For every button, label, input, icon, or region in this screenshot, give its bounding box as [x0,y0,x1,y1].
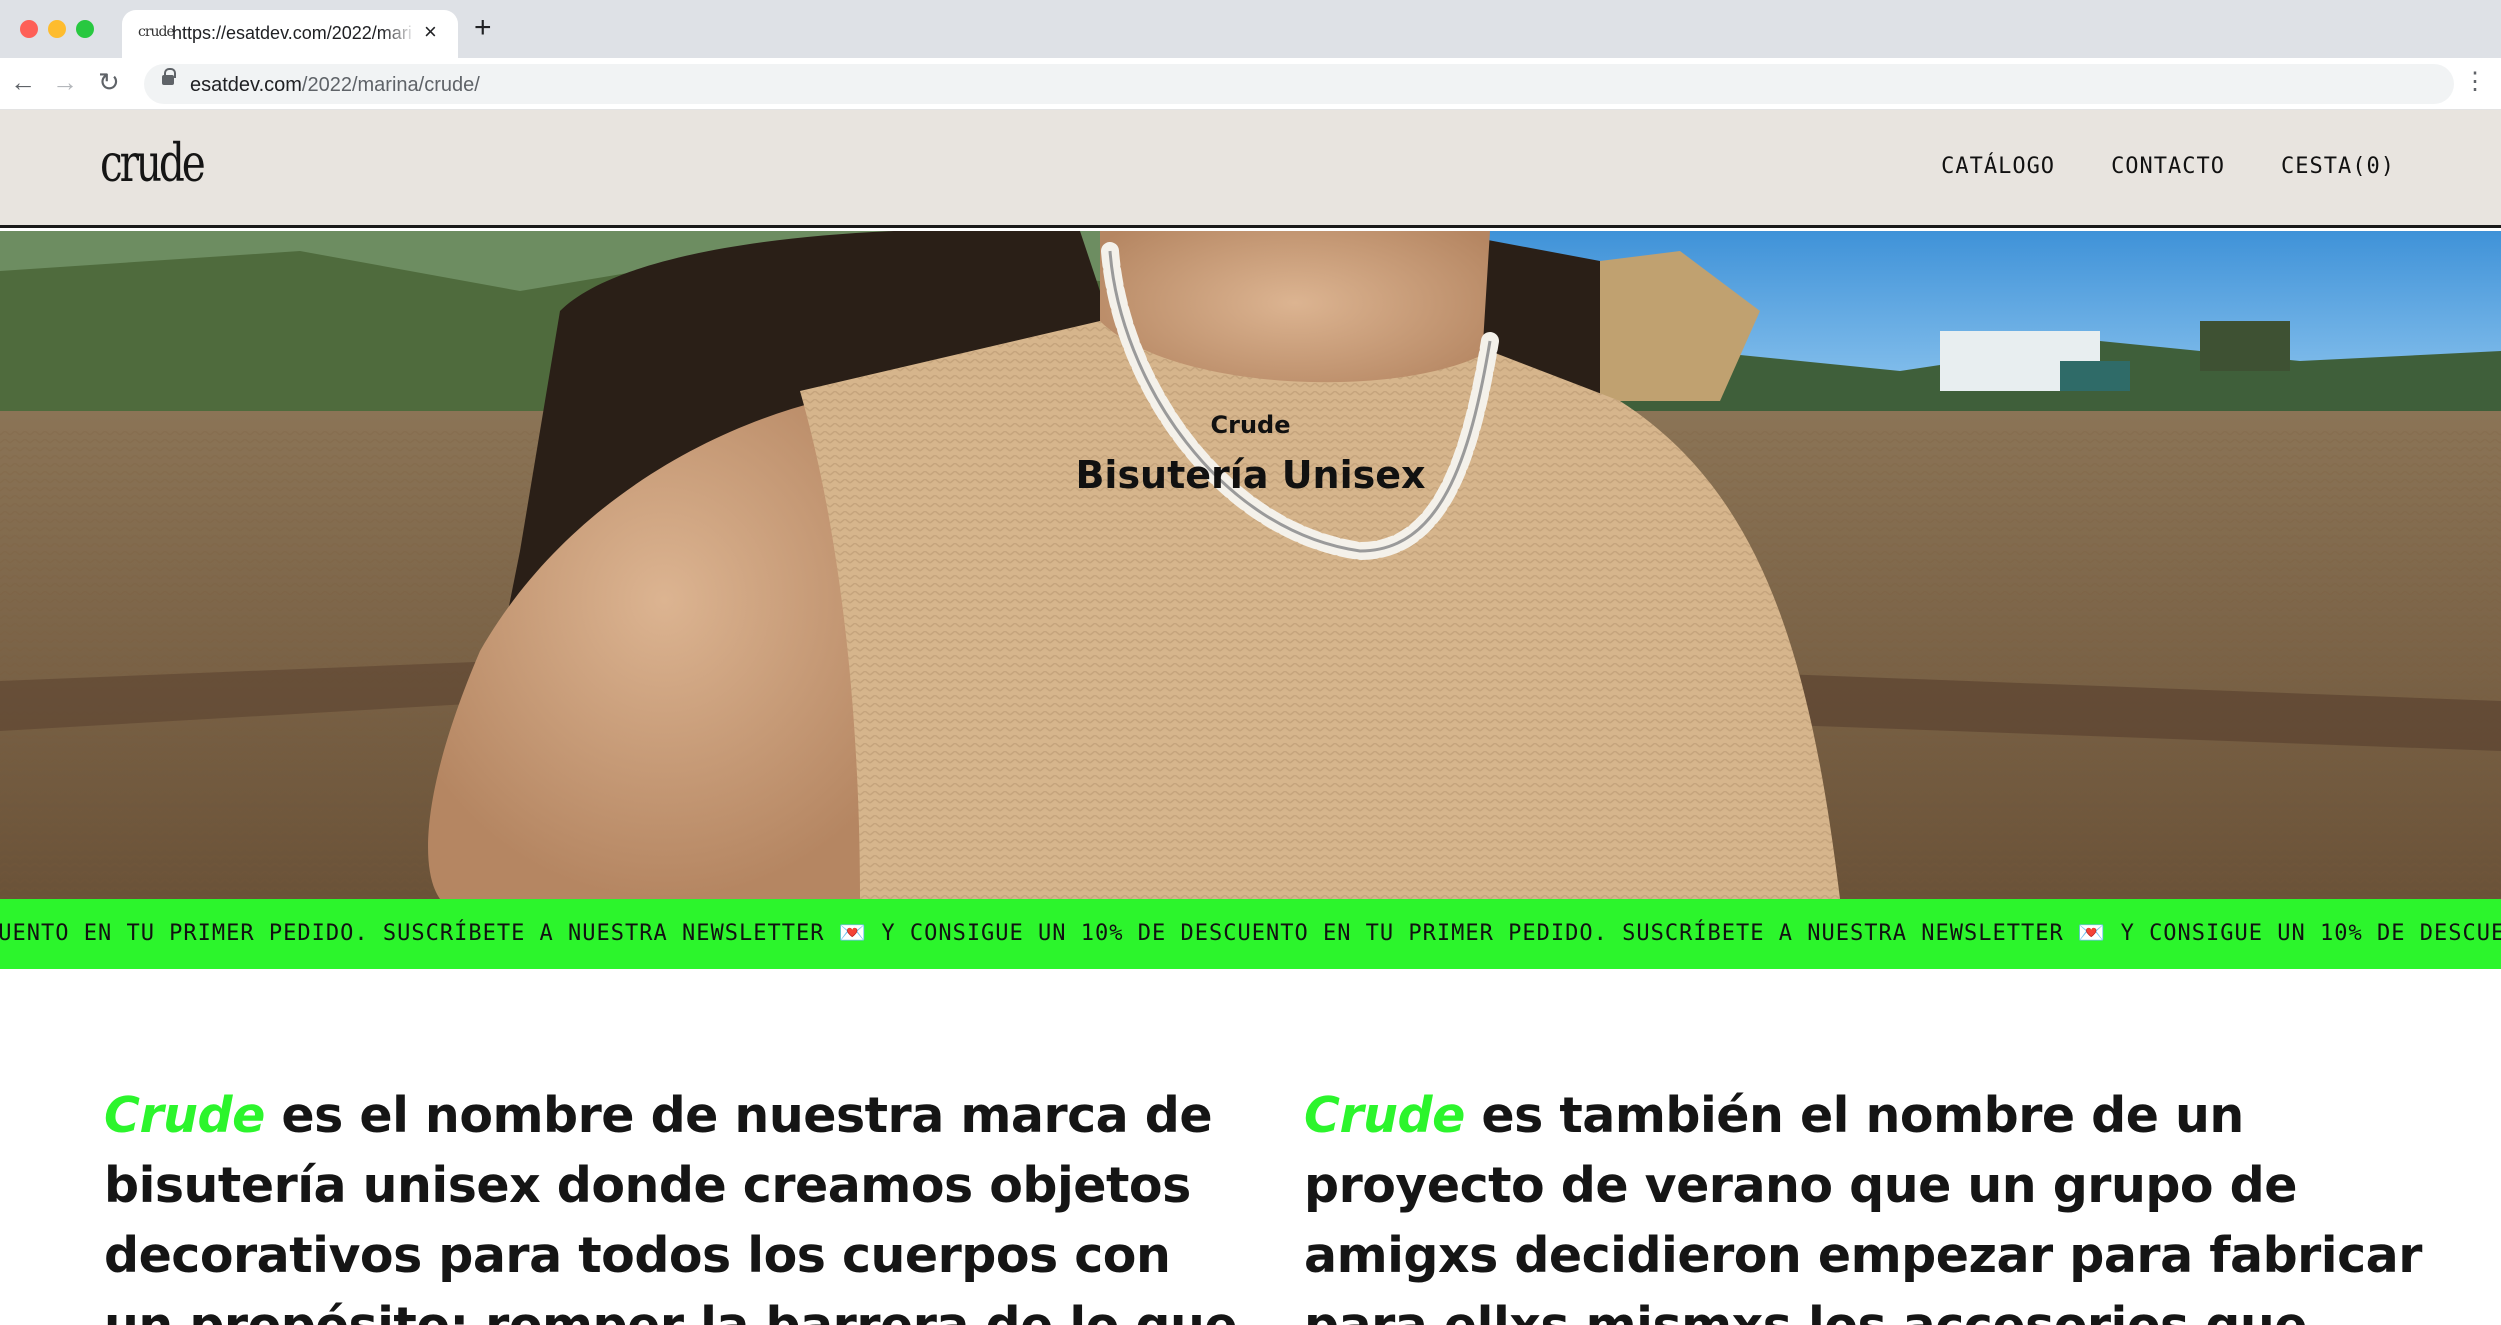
tab-title-fade [382,18,416,48]
window-zoom-button[interactable] [76,20,94,38]
url-host: esatdev.com [190,74,302,96]
about-text-left: es el nombre de nuestra marca de bisuter… [104,1087,1238,1325]
nav-link-cesta[interactable]: CESTA(0) [2281,154,2395,179]
site-logo[interactable]: crude [100,134,206,194]
about-section: Crude es el nombre de nuestra marca de b… [0,969,2501,1325]
about-paragraph-left: Crude es el nombre de nuestra marca de b… [104,1081,1244,1325]
about-text-right: es también el nombre de un proyecto de v… [1304,1087,2422,1325]
marquee-text: CUENTO EN TU PRIMER PEDIDO. SUSCRÍBETE A… [0,921,2501,946]
hero-banner: Crude Bisutería Unisex [0,231,2501,899]
back-arrow-icon[interactable]: ← [10,67,36,97]
nav-link-contacto[interactable]: CONTACTO [2111,154,2225,179]
close-icon[interactable]: × [424,19,437,45]
lock-icon[interactable] [162,68,176,85]
window-close-button[interactable] [20,20,38,38]
url-path: /2022/marina/crude/ [301,74,480,96]
browser-toolbar: ← → ↻ esatdev.com/2022/marina/crude/ ⋮ [0,58,2501,110]
reload-icon[interactable]: ↻ [98,67,120,97]
hero-kicker: Crude [1210,411,1291,439]
tab-title: https://esatdev.com/2022/marina/crude/ [172,23,412,43]
forward-arrow-icon[interactable]: → [52,67,78,97]
browser-tab-active[interactable]: crude https://esatdev.com/2022/marina/cr… [122,10,458,58]
browser-menu-icon[interactable]: ⋮ [2463,70,2487,94]
tab-favicon-icon: crude [138,24,175,40]
main-nav: CATÁLOGO CONTACTO CESTA(0) [1941,154,2395,179]
hero-title: Bisutería Unisex [1075,453,1426,497]
new-tab-button[interactable]: + [474,13,492,43]
window-minimize-button[interactable] [48,20,66,38]
address-bar[interactable]: esatdev.com/2022/marina/crude/ [144,64,2454,104]
hero-image [0,231,2501,899]
about-paragraph-right: Crude es también el nombre de un proyect… [1304,1081,2444,1325]
browser-tab-strip: crude https://esatdev.com/2022/marina/cr… [0,0,2501,58]
url-text[interactable]: esatdev.com/2022/marina/crude/ [190,74,480,97]
brand-name-highlight: Crude [1304,1087,1465,1144]
nav-link-catalogo[interactable]: CATÁLOGO [1941,154,2055,179]
newsletter-marquee[interactable]: CUENTO EN TU PRIMER PEDIDO. SUSCRÍBETE A… [0,899,2501,969]
site-header: crude CATÁLOGO CONTACTO CESTA(0) [0,110,2501,228]
brand-name-highlight: Crude [104,1087,265,1144]
